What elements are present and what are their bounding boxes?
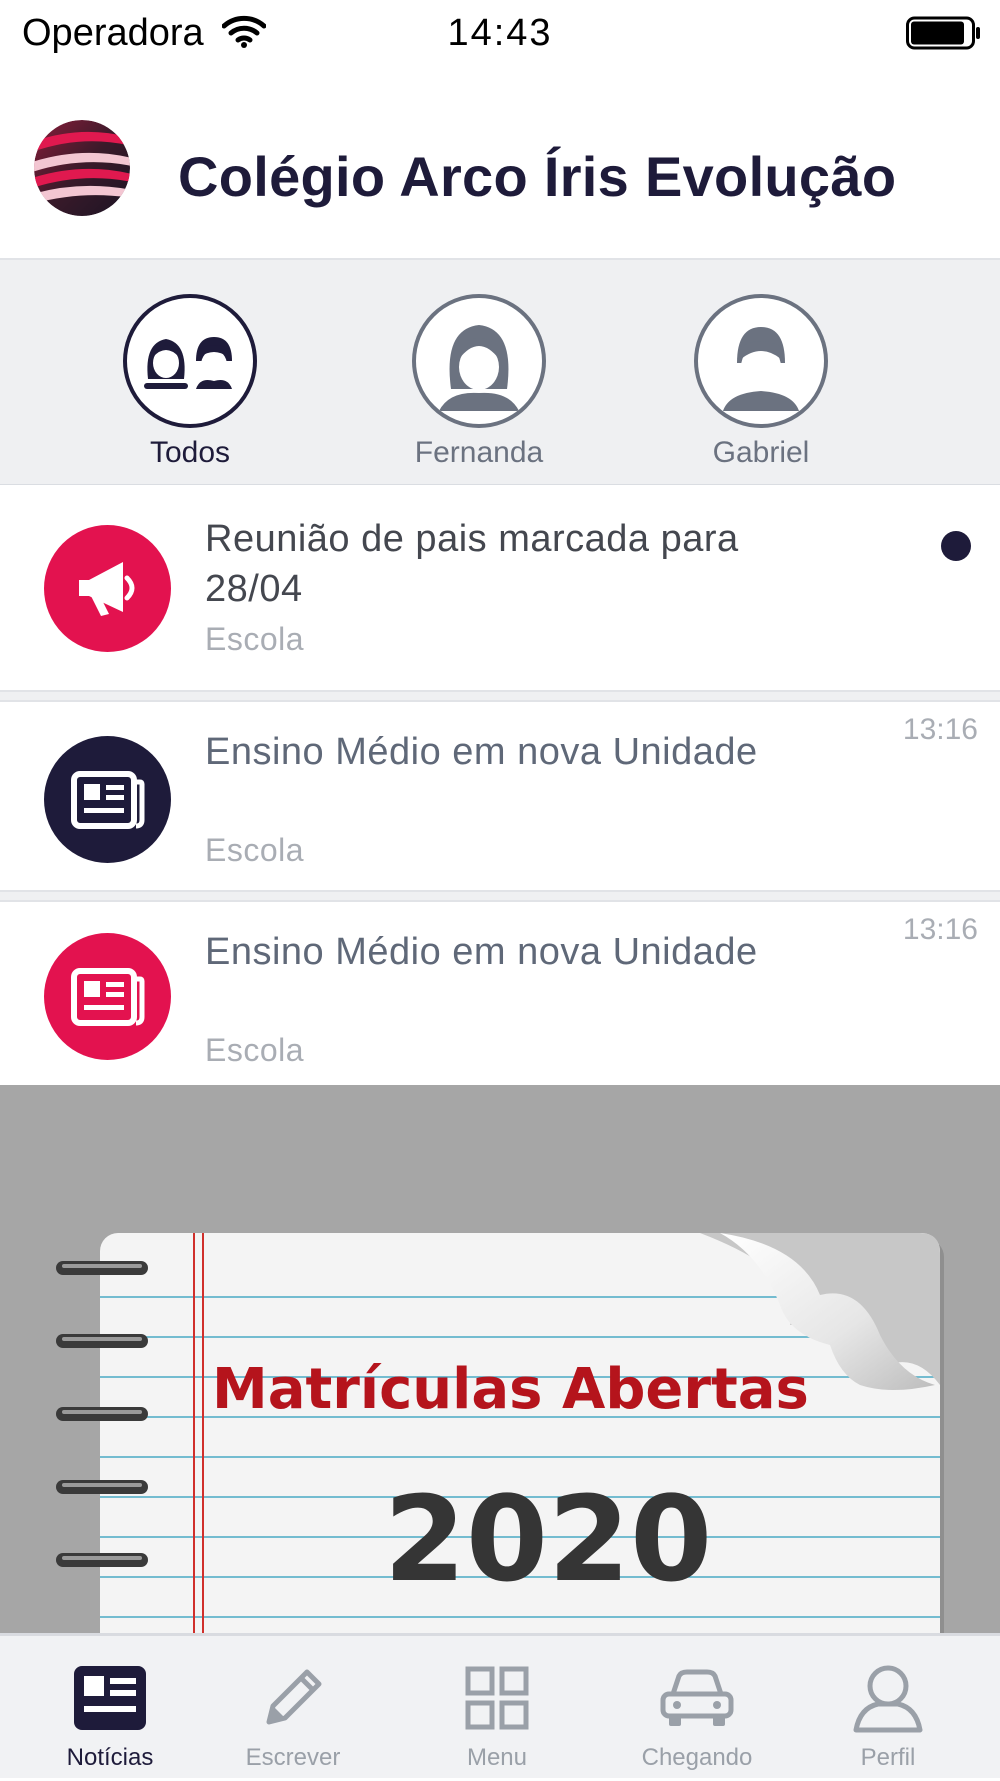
filter-gabriel[interactable]: Gabriel xyxy=(681,294,841,470)
status-time: 14:43 xyxy=(447,12,553,54)
tab-menu[interactable]: Menu xyxy=(397,1636,597,1781)
filter-label: Todos xyxy=(149,436,231,469)
school-logo xyxy=(32,116,132,225)
feed-item[interactable]: Reunião de pais marcada para 28/04 Escol… xyxy=(0,485,1000,690)
banner-year: 2020 xyxy=(384,1470,712,1608)
tab-label: Perfil xyxy=(860,1744,916,1771)
tab-label: Chegando xyxy=(641,1744,753,1771)
feed-item[interactable]: Ensino Médio em nova Unidade Escola 13:1… xyxy=(0,902,1000,1085)
feed-source: Escola xyxy=(205,1032,305,1068)
newspaper-icon xyxy=(44,736,171,863)
boy-avatar-icon xyxy=(694,294,828,428)
tab-chegando[interactable]: Chegando xyxy=(597,1636,797,1781)
newspaper-icon xyxy=(44,933,171,1060)
unread-indicator xyxy=(941,531,971,561)
feed-title: Ensino Médio em nova Unidade xyxy=(205,731,758,773)
feed-item[interactable]: Ensino Médio em nova Unidade Escola 13:1… xyxy=(0,702,1000,890)
filter-label: Gabriel xyxy=(712,436,810,469)
car-icon xyxy=(597,1658,797,1738)
tab-label: Escrever xyxy=(245,1744,341,1771)
tab-escrever[interactable]: Escrever xyxy=(193,1636,393,1781)
feed-separator xyxy=(0,690,1000,702)
tab-label: Notícias xyxy=(66,1744,154,1771)
megaphone-icon xyxy=(44,525,171,652)
group-icon xyxy=(123,294,257,428)
grid-icon xyxy=(397,1658,597,1738)
news-icon xyxy=(10,1658,210,1738)
app-header: Colégio Arco Íris Evolução xyxy=(0,68,1000,258)
tab-label: Menu xyxy=(466,1744,528,1771)
feed-separator xyxy=(0,890,1000,902)
banner-headline: Matrículas Abertas xyxy=(212,1357,809,1422)
filter-label: Fernanda xyxy=(414,436,544,469)
student-filter: Todos Fernanda Gabriel xyxy=(0,258,1000,487)
feed-title: Ensino Médio em nova Unidade xyxy=(205,931,758,973)
filter-fernanda[interactable]: Fernanda xyxy=(399,294,559,470)
person-icon xyxy=(788,1658,988,1738)
enrollment-banner[interactable]: Matrículas Abertas 2020 xyxy=(0,1085,1000,1633)
feed-time: 13:16 xyxy=(902,713,978,746)
tab-perfil[interactable]: Perfil xyxy=(788,1636,988,1781)
pencil-icon xyxy=(193,1658,393,1738)
school-name: Colégio Arco Íris Evolução xyxy=(178,145,897,208)
tab-noticias[interactable]: Notícias xyxy=(10,1636,210,1781)
feed-source: Escola xyxy=(205,621,305,657)
feed-title: Reunião de pais marcada para 28/04 xyxy=(205,518,739,610)
feed-source: Escola xyxy=(205,832,305,868)
battery-icon xyxy=(906,16,982,55)
filter-todos[interactable]: Todos xyxy=(110,294,270,470)
feed-time: 13:16 xyxy=(902,913,978,946)
bottom-tab-bar: Notícias Escrever Menu Chegando Perfil xyxy=(0,1633,1000,1778)
girl-avatar-icon xyxy=(412,294,546,428)
status-bar: Operadora 14:43 xyxy=(0,0,1000,68)
